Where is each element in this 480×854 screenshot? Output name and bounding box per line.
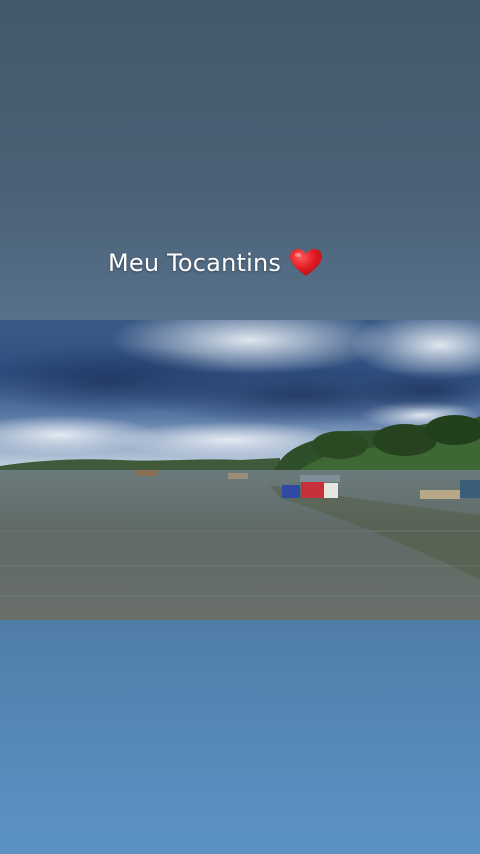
heart-icon <box>290 249 323 276</box>
story-background-bottom <box>0 620 480 854</box>
story-caption: Meu Tocantins <box>108 245 323 281</box>
river-landscape-photo <box>0 320 480 620</box>
caption-text: Meu Tocantins <box>108 249 282 277</box>
river-landscape-image <box>0 320 480 620</box>
